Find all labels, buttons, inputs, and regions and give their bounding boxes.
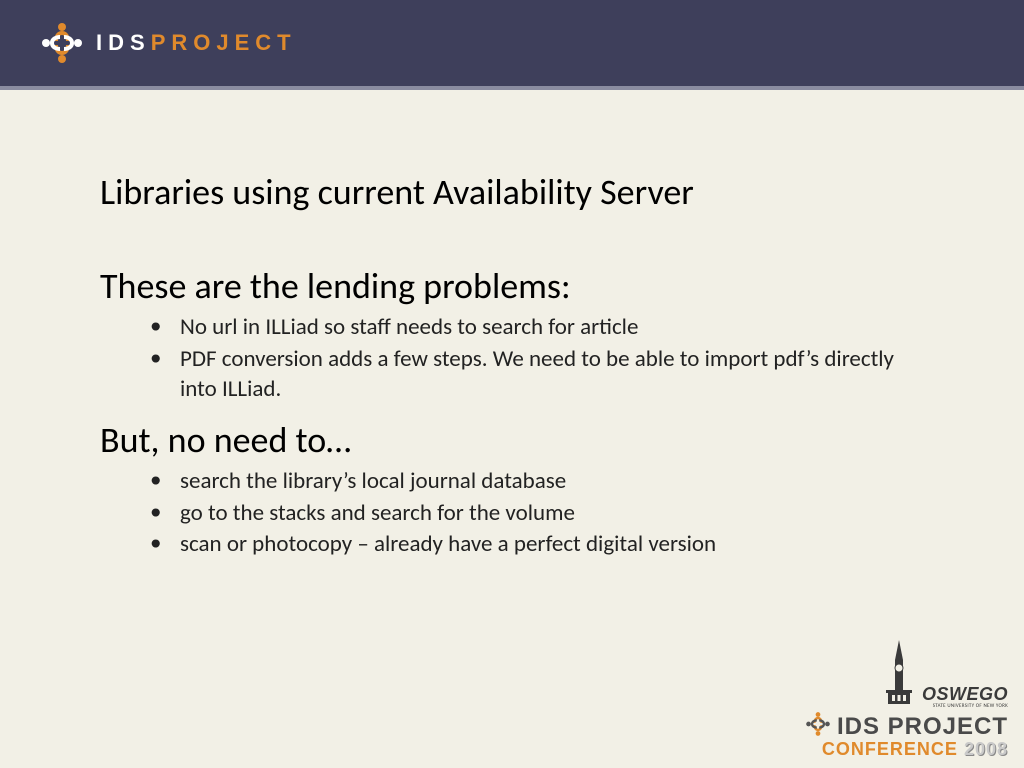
ids-project-text: IDS PROJECT [837, 715, 1008, 739]
list-item: search the library’s local journal datab… [180, 466, 924, 498]
list-item: go to the stacks and search for the volu… [180, 498, 924, 530]
logo-text-ids: IDS [96, 30, 151, 55]
bullet-list-problems: No url in ILLiad so staff needs to searc… [100, 312, 924, 406]
list-item: scan or photocopy – already have a perfe… [180, 529, 924, 561]
oswego-text: OSWEGO [922, 684, 1008, 704]
oswego-subtext: STATE UNIVERSITY OF NEW YORK [922, 703, 1008, 709]
section-heading-noneed: But, no need to… [100, 418, 924, 462]
list-item: PDF conversion adds a few steps. We need… [180, 344, 924, 406]
header-logo: IDSPROJECT [40, 21, 297, 65]
logo-text-project: PROJECT [151, 30, 297, 55]
ids-project-row: IDS PROJECT [805, 711, 1008, 742]
tower-icon [882, 640, 916, 709]
footer-logo-block: OSWEGO STATE UNIVERSITY OF NEW YORK [805, 640, 1008, 758]
section-heading-problems: These are the lending problems: [100, 264, 924, 308]
conference-row: CONFERENCE 2008 [805, 740, 1008, 758]
oswego-row: OSWEGO STATE UNIVERSITY OF NEW YORK [805, 640, 1008, 709]
slide-title: Libraries using current Availability Ser… [100, 170, 924, 214]
list-item: No url in ILLiad so staff needs to searc… [180, 312, 924, 344]
slide-body: Libraries using current Availability Ser… [0, 90, 1024, 561]
ids-logo-icon [40, 21, 84, 65]
bullet-list-noneed: search the library’s local journal datab… [100, 466, 924, 562]
slide-header: IDSPROJECT [0, 0, 1024, 90]
conference-text: CONFERENCE [822, 739, 958, 759]
ids-small-logo-icon [805, 711, 831, 742]
header-logo-text: IDSPROJECT [96, 30, 297, 56]
conference-year: 2008 [964, 739, 1008, 759]
